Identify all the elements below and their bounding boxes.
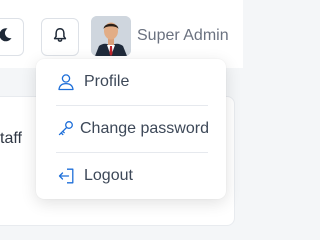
logout-icon (56, 166, 76, 186)
user-avatar[interactable] (91, 16, 131, 56)
user-menu-dropdown: Profile Change password Logout (36, 59, 226, 199)
menu-item-label: Profile (84, 73, 130, 90)
top-bar: Super Admin (0, 0, 243, 68)
menu-item-label: Logout (84, 167, 133, 184)
menu-item-logout[interactable]: Logout (36, 153, 226, 199)
bell-icon (52, 27, 68, 48)
menu-item-profile[interactable]: Profile (36, 59, 226, 105)
notifications-button[interactable] (41, 18, 79, 56)
page: Super Admin taff Profile Change password (0, 0, 243, 226)
menu-item-change-password[interactable]: Change password (36, 106, 226, 152)
moon-icon (0, 27, 13, 48)
theme-toggle-button[interactable] (0, 18, 24, 56)
menu-item-label: Change password (80, 120, 209, 137)
user-name[interactable]: Super Admin (137, 27, 229, 45)
user-icon (56, 72, 76, 92)
content-card-text: taff (0, 130, 22, 147)
key-icon (56, 119, 76, 139)
